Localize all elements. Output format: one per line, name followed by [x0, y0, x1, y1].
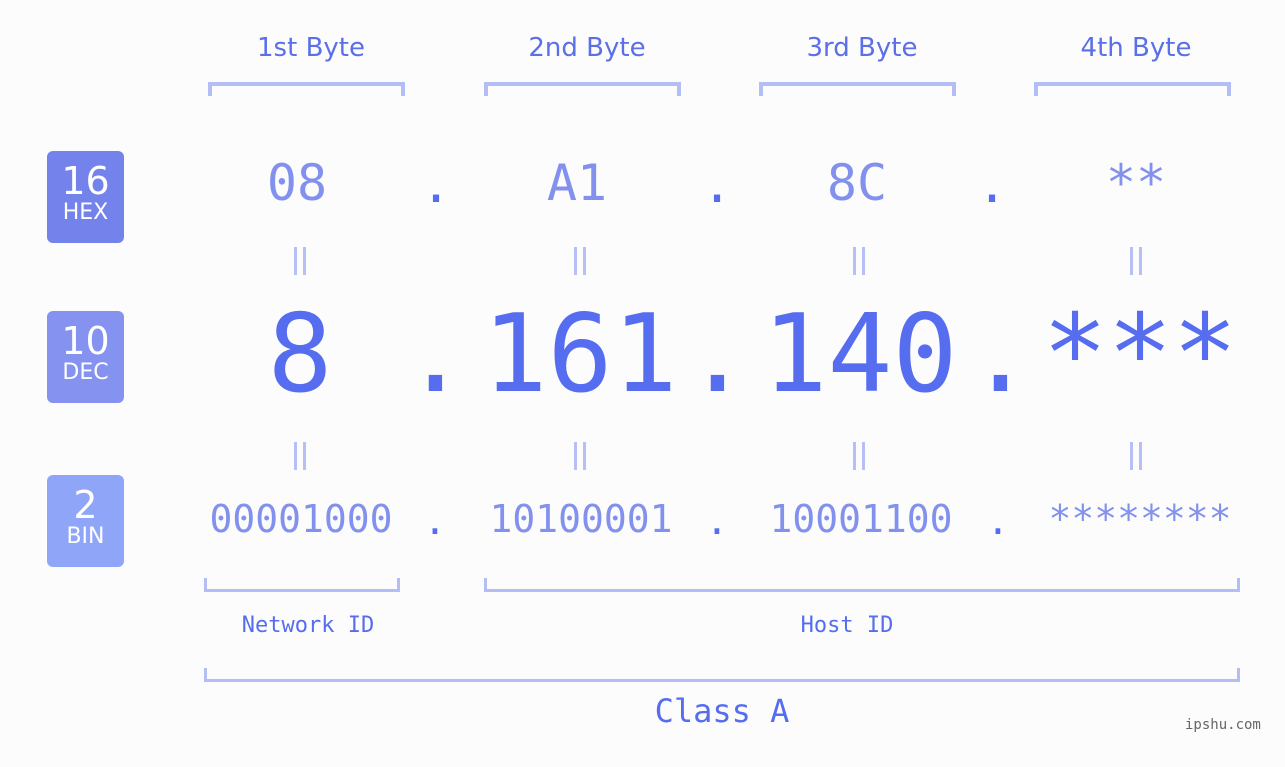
- hex-byte-4: **: [1105, 154, 1167, 212]
- equals-icon: [292, 442, 308, 470]
- equals-icon: [1128, 247, 1144, 275]
- bin-badge-number: 2: [73, 483, 98, 527]
- hex-byte-3: 8C: [826, 154, 888, 212]
- network-id-label: Network ID: [241, 613, 375, 638]
- dec-byte-4: ***: [1042, 292, 1238, 417]
- bin-badge: 2 BIN: [47, 475, 124, 567]
- byte-header-1: 1st Byte: [257, 33, 365, 63]
- bin-separator-3: .: [986, 499, 1010, 543]
- equals-icon: [572, 247, 588, 275]
- bin-byte-1: 00001000: [209, 497, 393, 541]
- byte-1-bracket: [208, 82, 405, 96]
- dec-badge: 10 DEC: [47, 311, 124, 403]
- dec-separator-3: .: [968, 292, 1034, 417]
- hex-byte-2: A1: [546, 154, 608, 212]
- byte-4-bracket: [1034, 82, 1231, 96]
- bin-byte-4: ********: [1048, 497, 1232, 541]
- equals-icon: [851, 247, 867, 275]
- bin-badge-label: BIN: [66, 524, 105, 549]
- hex-badge-label: HEX: [62, 200, 109, 225]
- hex-badge-number: 16: [61, 159, 110, 203]
- byte-header-4: 4th Byte: [1080, 33, 1192, 63]
- hex-badge: 16 HEX: [47, 151, 124, 243]
- host-id-label: Host ID: [800, 613, 894, 638]
- hex-separator-1: .: [420, 156, 452, 214]
- dec-badge-number: 10: [61, 319, 110, 363]
- dec-byte-2: 161: [482, 292, 678, 417]
- equals-icon: [292, 247, 308, 275]
- watermark: ipshu.com: [1185, 717, 1261, 733]
- equals-icon: [1128, 442, 1144, 470]
- class-bracket: [204, 668, 1240, 682]
- byte-header-3: 3rd Byte: [806, 33, 918, 63]
- network-id-bracket: [204, 578, 400, 592]
- bin-separator-2: .: [705, 499, 729, 543]
- bin-separator-1: .: [423, 499, 447, 543]
- dec-separator-1: .: [403, 292, 469, 417]
- equals-icon: [851, 442, 867, 470]
- dec-byte-3: 140: [762, 292, 958, 417]
- byte-2-bracket: [484, 82, 681, 96]
- hex-separator-3: .: [976, 156, 1008, 214]
- dec-byte-1: 8: [267, 292, 333, 417]
- dec-badge-label: DEC: [62, 360, 109, 385]
- class-label: Class A: [654, 692, 790, 730]
- bin-byte-2: 10100001: [489, 497, 673, 541]
- equals-icon: [572, 442, 588, 470]
- bin-byte-3: 10001100: [769, 497, 953, 541]
- hex-byte-1: 08: [266, 154, 328, 212]
- host-id-bracket: [484, 578, 1240, 592]
- hex-separator-2: .: [701, 156, 733, 214]
- dec-separator-2: .: [685, 292, 751, 417]
- byte-3-bracket: [759, 82, 956, 96]
- byte-header-2: 2nd Byte: [528, 33, 646, 63]
